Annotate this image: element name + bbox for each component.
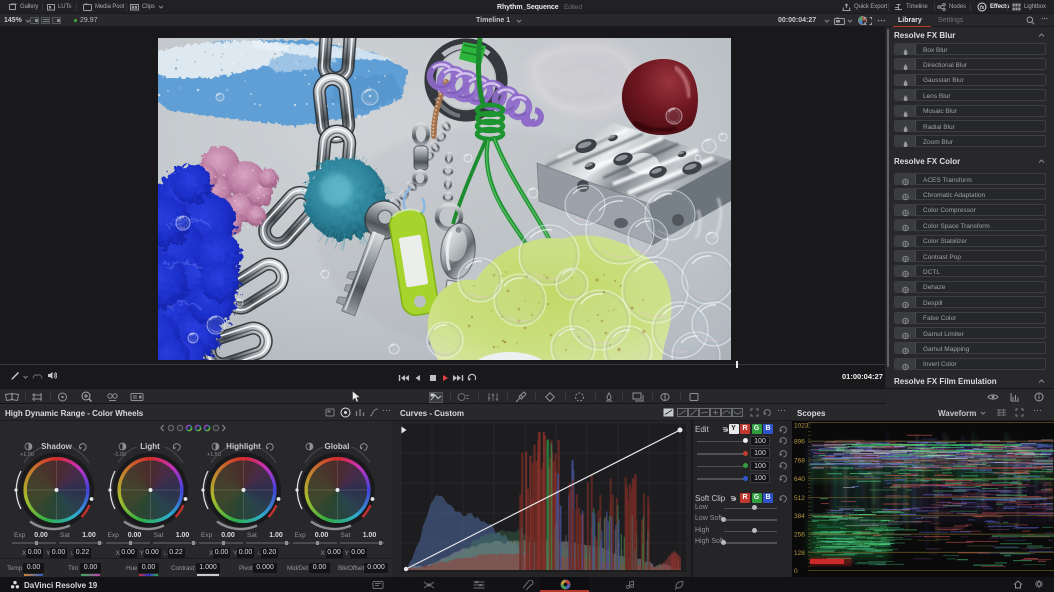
svg-text:128: 128 — [794, 550, 805, 557]
svg-text:896: 896 — [794, 439, 805, 446]
svg-text:640: 640 — [794, 476, 805, 483]
svg-text:768: 768 — [794, 457, 805, 464]
svg-text:fx: fx — [980, 5, 985, 11]
svg-text:1023: 1023 — [794, 423, 809, 430]
svg-text:384: 384 — [794, 513, 805, 520]
svg-text:0: 0 — [794, 568, 798, 575]
svg-text:512: 512 — [794, 495, 805, 502]
svg-text:256: 256 — [794, 532, 805, 539]
